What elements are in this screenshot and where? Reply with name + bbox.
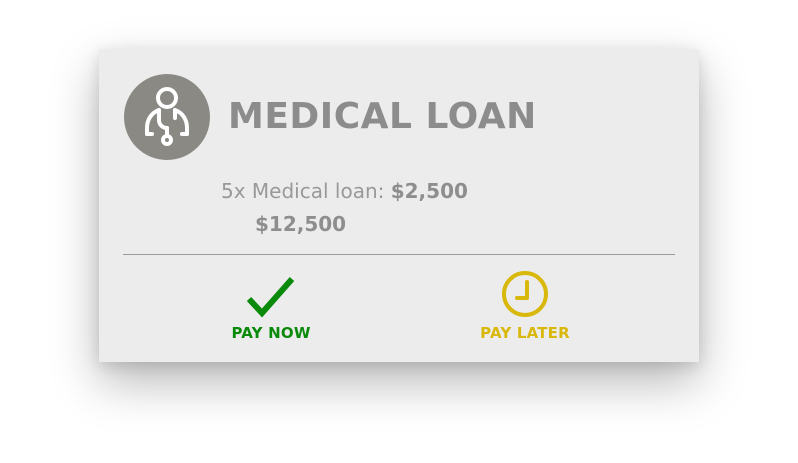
loan-detail: 5x Medical loan: $2,500 — [221, 177, 468, 205]
loan-detail-prefix: 5x Medical loan: — [221, 179, 385, 203]
pay-now-button[interactable]: PAY NOW — [221, 267, 321, 342]
pay-later-button[interactable]: PAY LATER — [475, 267, 575, 342]
card-title: MEDICAL LOAN — [228, 96, 537, 137]
loan-amount: $2,500 — [390, 179, 468, 203]
divider — [123, 254, 675, 255]
loan-total: $12,500 — [255, 212, 347, 236]
pay-later-label: PAY LATER — [480, 324, 570, 342]
pay-now-label: PAY NOW — [231, 324, 311, 342]
checkmark-icon — [246, 277, 295, 318]
clock-icon — [502, 271, 548, 317]
avatar — [124, 74, 210, 160]
loan-card: MEDICAL LOAN 5x Medical loan: $2,500 $12… — [99, 49, 699, 362]
doctor-stethoscope-icon — [145, 87, 189, 146]
